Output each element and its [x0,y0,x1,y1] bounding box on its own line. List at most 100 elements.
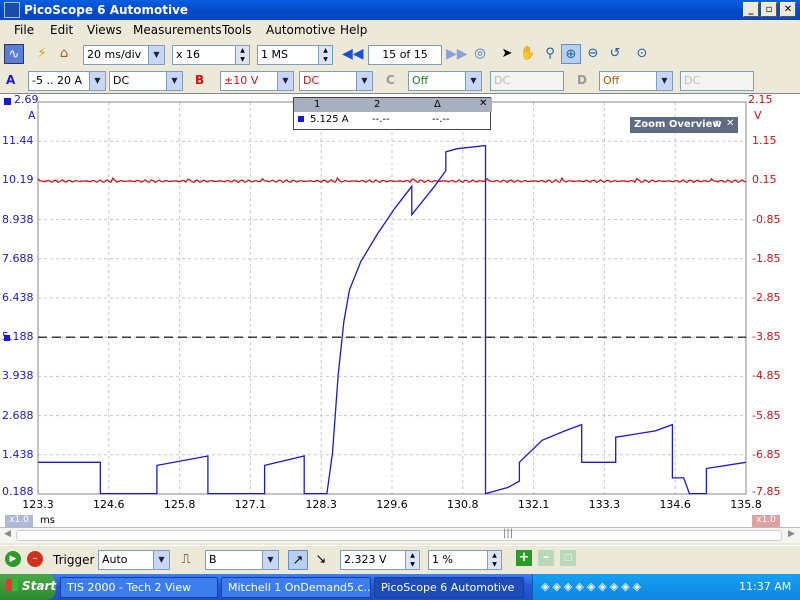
timebase-select[interactable]: 20 ms/div ▼ [83,45,165,65]
windows-logo-icon [6,579,18,591]
zoom-overview-close-icon[interactable]: ✕ [726,118,734,129]
home-icon[interactable]: ⌂ [54,44,74,64]
right-axis-tick: 0.15 [752,173,777,187]
pretrigger-spinner[interactable]: 1 % ▲ ▼ [428,550,502,570]
channel-c-coupling-select[interactable]: DC [490,71,564,91]
x-axis-tick: 123.3 [22,498,54,511]
menu-views[interactable]: Views [87,23,122,37]
first-buffer-icon[interactable]: ◀◀ [342,44,364,64]
stop-capture-icon[interactable]: – [27,551,43,567]
task-picoscope[interactable]: PicoScope 6 Automotive [374,577,524,598]
chevron-down-icon[interactable]: ▼ [465,72,481,90]
zoom-icon[interactable]: ⚲ [540,44,560,64]
left-axis-tick: 2.688 [2,408,34,422]
left-axis-tick: 1.438 [2,447,34,461]
falling-edge-icon[interactable]: ↘ [311,550,331,570]
tray-icons[interactable]: ◈◈◈◈◈◈◈◈◈ [541,580,644,593]
trigger-mode-select[interactable]: Auto ▼ [98,550,170,570]
menu-bar: File Edit Views Measurements Tools Autom… [0,20,800,40]
channel-b-coupling-select[interactable]: DC ▼ [299,71,373,91]
zoom-overview-panel[interactable]: Zoom Overview ▫ ✕ [630,117,738,133]
menu-tools[interactable]: Tools [222,23,252,37]
trigger-source-select[interactable]: B ▼ [205,550,279,570]
ruler-legend[interactable]: 1 2 Δ ✕ 5.125 A --.-- --.-- [293,97,492,130]
chevron-down-icon[interactable]: ▼ [166,72,182,90]
undo-zoom-icon[interactable]: ↺ [605,44,625,64]
task-tis2000[interactable]: TIS 2000 - Tech 2 View [60,577,218,598]
left-axis-tick: 5.188 [2,330,34,344]
zoom-factor-value: x 16 [176,48,201,61]
scope-view[interactable]: 2.69 A 11.44 10.19 8.938 7.688 6.438 5.188 3.9… [0,93,800,527]
start-capture-icon[interactable]: ▶ [5,551,21,567]
spinner-arrows-icon[interactable]: ▲ ▼ [487,551,501,569]
spinner-arrows-icon[interactable]: ▲ ▼ [318,46,332,64]
close-button[interactable]: ✕ [780,2,796,17]
chevron-down-icon[interactable]: ▼ [656,72,672,90]
zoom-factor-spinner[interactable]: x 16 ▲ ▼ [172,45,250,65]
menu-help[interactable]: Help [340,23,367,37]
right-axis-tick: 1.15 [752,134,777,148]
chevron-down-icon[interactable]: ▼ [262,551,278,569]
menu-automotive[interactable]: Automotive [266,23,335,37]
horizontal-scrollbar[interactable]: ◀ ||| ▶ [0,527,800,543]
channel-c-range-select[interactable]: Off ▼ [408,71,482,91]
x-axis-tick: 133.3 [588,498,621,511]
lightning-icon[interactable]: ⚡ [32,44,52,64]
task-mitchell[interactable]: Mitchell 1 OnDemand5.c... [221,577,371,598]
spinner-arrows-icon[interactable]: ▲ ▼ [235,46,249,64]
chevron-down-icon[interactable]: ▼ [277,72,293,90]
left-axis-tick: 6.438 [2,291,34,304]
ruler-header-1: 1 [314,99,321,110]
compass-icon[interactable]: ◎ [470,44,490,64]
last-buffer-icon[interactable]: ▶▶ [446,44,468,64]
scroll-right-icon[interactable]: ▶ [788,529,795,539]
chevron-down-icon[interactable]: ▼ [356,72,372,90]
remove-measurement-icon[interactable]: – [538,550,554,566]
chevron-down-icon[interactable]: ▼ [153,551,169,569]
ruler-channel-swatch [298,116,304,122]
add-measurement-icon[interactable]: + [516,550,532,566]
window-title-bar: PicoScope 6 Automotive _ ▫ ✕ [0,0,800,20]
scope-mode-icon[interactable]: ∿ [4,44,24,64]
menu-measurements[interactable]: Measurements [133,23,222,37]
trigger-type-icon[interactable]: ⎍ [176,550,196,570]
channel-b-range: ±10 V [224,74,259,87]
hand-icon[interactable]: ✋ [518,44,538,64]
zoom-in-icon[interactable]: ⊕ [561,44,581,64]
channel-a-range-select[interactable]: -5 .. 20 A ▼ [28,71,106,91]
samples-spinner[interactable]: 1 MS ▲ ▼ [257,45,333,65]
minimize-button[interactable]: _ [743,2,759,17]
menu-edit[interactable]: Edit [50,23,73,37]
x-axis-tick: 129.6 [376,498,408,511]
scroll-left-icon[interactable]: ◀ [4,529,11,539]
restore-button[interactable]: ▫ [761,2,777,17]
channel-b-range-select[interactable]: ±10 V ▼ [220,71,294,91]
scroll-thumb[interactable] [16,530,782,541]
channel-d-range-select[interactable]: Off ▼ [599,71,673,91]
channel-a-axis-marker[interactable] [4,98,11,105]
trigger-level-spinner[interactable]: 2.323 V ▲ ▼ [340,550,420,570]
start-button[interactable]: Start [0,574,56,600]
left-axis-tick: 11.44 [2,134,34,148]
edit-measurement-icon[interactable]: ▢ [560,550,576,566]
zoom-out-icon[interactable]: ⊖ [583,44,603,64]
channel-a-coupling-select[interactable]: DC ▼ [109,71,183,91]
channel-d-range: Off [603,74,620,87]
zoom-fit-icon[interactable]: ⊙ [632,44,652,64]
x-axis-tick: 128.3 [305,498,337,511]
trigger-mode-value: Auto [102,553,128,566]
timebase-value: 20 ms/div [87,48,142,61]
chevron-down-icon[interactable]: ▼ [89,72,105,90]
spinner-arrows-icon[interactable]: ▲ ▼ [405,551,419,569]
trigger-source-value: B [209,553,217,566]
ruler-close-icon[interactable]: ✕ [479,98,487,109]
zoom-overview-pin-icon[interactable]: ▫ [714,118,721,129]
scope-graph[interactable] [0,94,800,528]
pointer-icon[interactable]: ➤ [497,44,517,64]
picoscope-app-icon[interactable] [4,2,20,18]
chevron-down-icon[interactable]: ▼ [148,46,164,64]
menu-file[interactable]: File [14,23,34,37]
rising-edge-icon[interactable]: ↗ [288,550,308,570]
channel-d-coupling-select[interactable]: DC [680,71,754,91]
buffer-navigator[interactable]: 15 of 15 [368,45,442,65]
